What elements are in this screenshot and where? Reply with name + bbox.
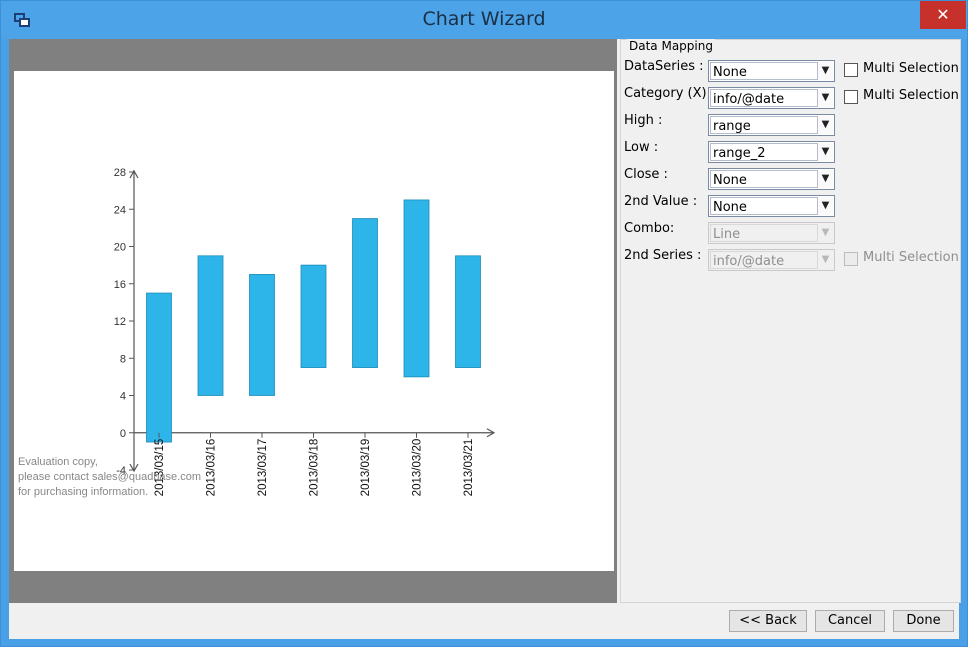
mapping-dropdown[interactable]: range ▼	[708, 114, 835, 136]
range-bar	[300, 264, 327, 368]
mapping-label: 2nd Series :	[624, 248, 702, 263]
mapping-dropdown-field: None	[710, 170, 818, 188]
chevron-down-icon[interactable]: ▼	[817, 170, 833, 188]
mapping-dropdown-field: range_2	[710, 143, 818, 161]
mapping-dropdown[interactable]: info/@date ▼	[708, 87, 835, 109]
evaluation-notice-line: please contact sales@quadbase.com	[18, 471, 201, 483]
x-tick-label: 2013/03/18	[309, 439, 321, 497]
mapping-row: Combo: Line ▼	[621, 221, 960, 245]
mapping-dropdown-value: info/@date	[713, 92, 785, 107]
chevron-down-icon[interactable]: ▼	[817, 197, 833, 215]
chevron-down-icon[interactable]: ▼	[817, 143, 833, 161]
mapping-dropdown-field: info/@date	[710, 89, 818, 107]
mapping-label: 2nd Value :	[624, 194, 698, 209]
range-bar	[403, 199, 430, 378]
window-title: Chart Wizard	[422, 8, 546, 30]
y-tick-label: 20	[114, 242, 126, 254]
y-tick-label: 0	[120, 428, 126, 440]
chevron-down-icon[interactable]: ▼	[817, 116, 833, 134]
evaluation-notice-line: for purchasing information.	[18, 486, 148, 498]
y-tick-label: 8	[120, 353, 126, 365]
chevron-down-icon: ▼	[817, 224, 833, 242]
multi-selection-checkbox[interactable]	[844, 63, 858, 77]
mapping-label: Close :	[624, 167, 668, 182]
multi-selection-label: Multi Selection	[863, 61, 959, 76]
chevron-down-icon[interactable]: ▼	[817, 89, 833, 107]
mapping-row: Low : range_2 ▼	[621, 140, 960, 164]
close-icon: ✕	[936, 5, 950, 24]
range-bar	[197, 255, 224, 396]
data-mapping-title: Data Mapping	[627, 39, 715, 53]
mapping-label: Category (X) :	[624, 86, 716, 101]
cancel-button[interactable]: Cancel	[815, 610, 885, 632]
wizard-client-area: -4 0 4 8 12 16 20 24 28 2013/03/15 2013/03/16 2013/…	[9, 39, 961, 639]
mapping-dropdown[interactable]: None ▼	[708, 195, 835, 217]
mapping-dropdown: Line ▼	[708, 222, 835, 244]
multi-selection-label: Multi Selection	[863, 250, 959, 265]
y-tick-label: 28	[114, 167, 126, 179]
mapping-row: Category (X) : info/@date ▼ Multi Selection	[621, 86, 960, 110]
x-tick-label: 2013/03/17	[257, 439, 269, 497]
y-tick-label: 16	[114, 279, 126, 291]
title-bar[interactable]: Chart Wizard ✕	[1, 1, 967, 39]
chart-preview-area: -4 0 4 8 12 16 20 24 28 2013/03/15 2013/03/16 2013/…	[9, 39, 617, 603]
back-button[interactable]: << Back	[729, 610, 807, 632]
mapping-dropdown-value: range	[713, 119, 751, 134]
x-tick-label: 2013/03/16	[206, 439, 218, 497]
range-bar	[352, 218, 378, 368]
x-tick-label: 2013/03/15	[154, 439, 166, 497]
chevron-down-icon: ▼	[817, 251, 833, 269]
chevron-down-icon[interactable]: ▼	[817, 62, 833, 80]
x-tick-label: 2013/03/21	[463, 439, 475, 497]
multi-selection-checkbox[interactable]	[844, 90, 858, 104]
range-bar	[249, 274, 275, 396]
mapping-row: High : range ▼	[621, 113, 960, 137]
mapping-label: Combo:	[624, 221, 675, 236]
chart-canvas: -4 0 4 8 12 16 20 24 28 2013/03/15 2013/03/16 2013/…	[14, 71, 614, 571]
mapping-label: High :	[624, 113, 663, 128]
mapping-dropdown[interactable]: None ▼	[708, 168, 835, 190]
x-tick-label: 2013/03/19	[360, 439, 372, 497]
mapping-dropdown-value: None	[713, 65, 747, 80]
multi-selection-checkbox	[844, 252, 858, 266]
mapping-dropdown-field: Line	[710, 224, 818, 242]
x-tick-label: 2013/03/20	[412, 439, 424, 497]
chart-wizard-window: Chart Wizard ✕ -4 0 4 8 12 16 20 24 28 2013/03/15…	[0, 0, 968, 647]
y-tick-label: 12	[114, 316, 126, 328]
mapping-label: DataSeries :	[624, 59, 704, 74]
evaluation-notice-line: Evaluation copy,	[18, 456, 98, 468]
multi-selection-label: Multi Selection	[863, 88, 959, 103]
range-bar	[455, 255, 481, 368]
mapping-dropdown-value: None	[713, 200, 747, 215]
mapping-dropdown-field: None	[710, 197, 818, 215]
mapping-dropdown-field: range	[710, 116, 818, 134]
mapping-dropdown-field: info/@date	[710, 251, 818, 269]
cancel-button-label: Cancel	[827, 613, 873, 628]
mapping-row: DataSeries : None ▼ Multi Selection	[621, 59, 960, 83]
mapping-label: Low :	[624, 140, 659, 155]
mapping-dropdown-value: None	[713, 173, 747, 188]
mapping-dropdown-value: Line	[713, 227, 741, 242]
mapping-dropdown-field: None	[710, 62, 818, 80]
mapping-dropdown[interactable]: None ▼	[708, 60, 835, 82]
y-tick-label: 4	[120, 391, 126, 403]
mapping-row: Close : None ▼	[621, 167, 960, 191]
mapping-row: 2nd Value : None ▼	[621, 194, 960, 218]
close-button[interactable]: ✕	[920, 1, 966, 29]
mapping-dropdown-value: range_2	[713, 146, 766, 161]
mapping-dropdown-value: info/@date	[713, 254, 785, 269]
mapping-row: 2nd Series : info/@date ▼ Multi Selection	[621, 248, 960, 272]
done-button-label: Done	[906, 613, 941, 628]
y-tick-label: 24	[114, 204, 126, 216]
chart: -404812162024282013/03/15 2013/03/16 2013/…	[18, 167, 496, 498]
range-bar	[146, 292, 172, 443]
back-button-label: << Back	[739, 613, 797, 628]
data-mapping-panel: Data Mapping DataSeries : None ▼ Multi Sele…	[620, 39, 961, 603]
done-button[interactable]: Done	[893, 610, 954, 632]
mapping-dropdown[interactable]: range_2 ▼	[708, 141, 835, 163]
mapping-dropdown: info/@date ▼	[708, 249, 835, 271]
